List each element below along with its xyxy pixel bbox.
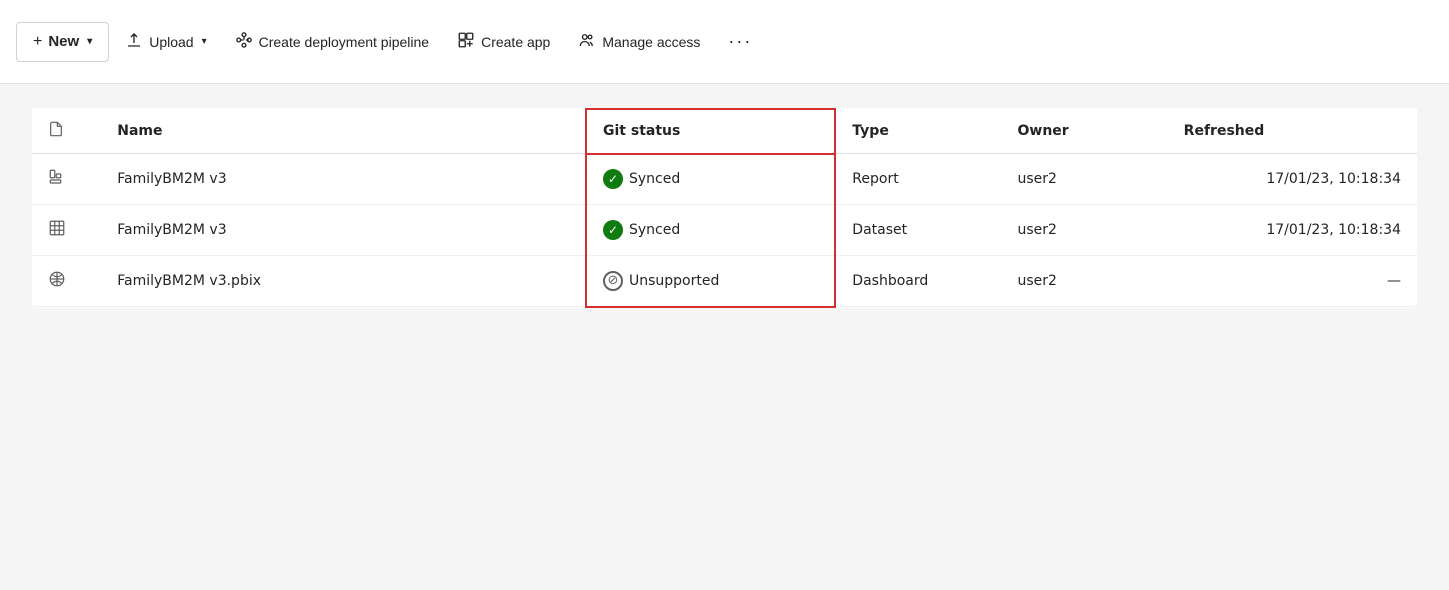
more-button[interactable]: ···	[716, 23, 764, 60]
git-status-label: Synced	[629, 222, 680, 238]
table-row[interactable]: FamilyBM2M v3.pbix ⊘ Unsupported Dashboa…	[32, 256, 1417, 307]
create-app-label: Create app	[481, 34, 550, 50]
row-type-icon	[32, 256, 101, 307]
new-chevron-icon: ▾	[87, 36, 92, 47]
new-button-label: New	[48, 33, 79, 50]
row-git-status: ✓ Synced	[586, 154, 835, 205]
manage-access-label: Manage access	[602, 34, 700, 50]
synced-icon: ✓	[603, 169, 623, 189]
table-row[interactable]: FamilyBM2M v3 ✓ Synced Report user2 17/0…	[32, 154, 1417, 205]
create-pipeline-button[interactable]: Create deployment pipeline	[223, 23, 441, 60]
row-type: Dashboard	[835, 256, 1001, 307]
items-table: Name Git status Type Owner Refreshed	[32, 108, 1417, 308]
row-refreshed: 17/01/23, 10:18:34	[1168, 205, 1417, 256]
row-git-status: ✓ Synced	[586, 205, 835, 256]
row-owner: user2	[1001, 205, 1167, 256]
create-app-button[interactable]: Create app	[445, 23, 562, 60]
row-type: Report	[835, 154, 1001, 205]
git-status-label: Unsupported	[629, 273, 719, 289]
row-type-icon	[32, 205, 101, 256]
new-button[interactable]: + New ▾	[16, 22, 109, 62]
upload-button-label: Upload	[149, 34, 193, 50]
row-owner: user2	[1001, 154, 1167, 205]
row-git-status: ⊘ Unsupported	[586, 256, 835, 307]
row-type: Dataset	[835, 205, 1001, 256]
git-status-label: Synced	[629, 171, 680, 187]
col-header-icon	[32, 109, 101, 154]
row-type-icon	[32, 154, 101, 205]
row-owner: user2	[1001, 256, 1167, 307]
col-header-refreshed: Refreshed	[1168, 109, 1417, 154]
table-row[interactable]: FamilyBM2M v3 ✓ Synced Dataset user2 17/…	[32, 205, 1417, 256]
col-header-type: Type	[835, 109, 1001, 154]
row-name: FamilyBM2M v3	[101, 205, 586, 256]
content-area: Name Git status Type Owner Refreshed	[32, 108, 1417, 308]
row-name: FamilyBM2M v3.pbix	[101, 256, 586, 307]
unsupported-icon: ⊘	[603, 271, 623, 291]
pipeline-icon	[235, 31, 253, 52]
upload-chevron-icon: ▾	[202, 36, 207, 47]
manage-access-button[interactable]: Manage access	[566, 23, 712, 60]
upload-button[interactable]: Upload ▾	[113, 23, 218, 60]
synced-icon: ✓	[603, 220, 623, 240]
row-name: FamilyBM2M v3	[101, 154, 586, 205]
col-header-owner: Owner	[1001, 109, 1167, 154]
row-refreshed: 17/01/23, 10:18:34	[1168, 154, 1417, 205]
toolbar: + New ▾ Upload ▾ Create deployment pipel…	[0, 0, 1449, 84]
manage-access-icon	[578, 31, 596, 52]
app-icon	[457, 31, 475, 52]
create-pipeline-label: Create deployment pipeline	[259, 34, 429, 50]
upload-icon	[125, 31, 143, 52]
col-header-name: Name	[101, 109, 586, 154]
col-header-git-status: Git status	[586, 109, 835, 154]
row-refreshed: —	[1168, 256, 1417, 307]
plus-icon: +	[33, 33, 42, 51]
more-icon: ···	[728, 31, 752, 52]
